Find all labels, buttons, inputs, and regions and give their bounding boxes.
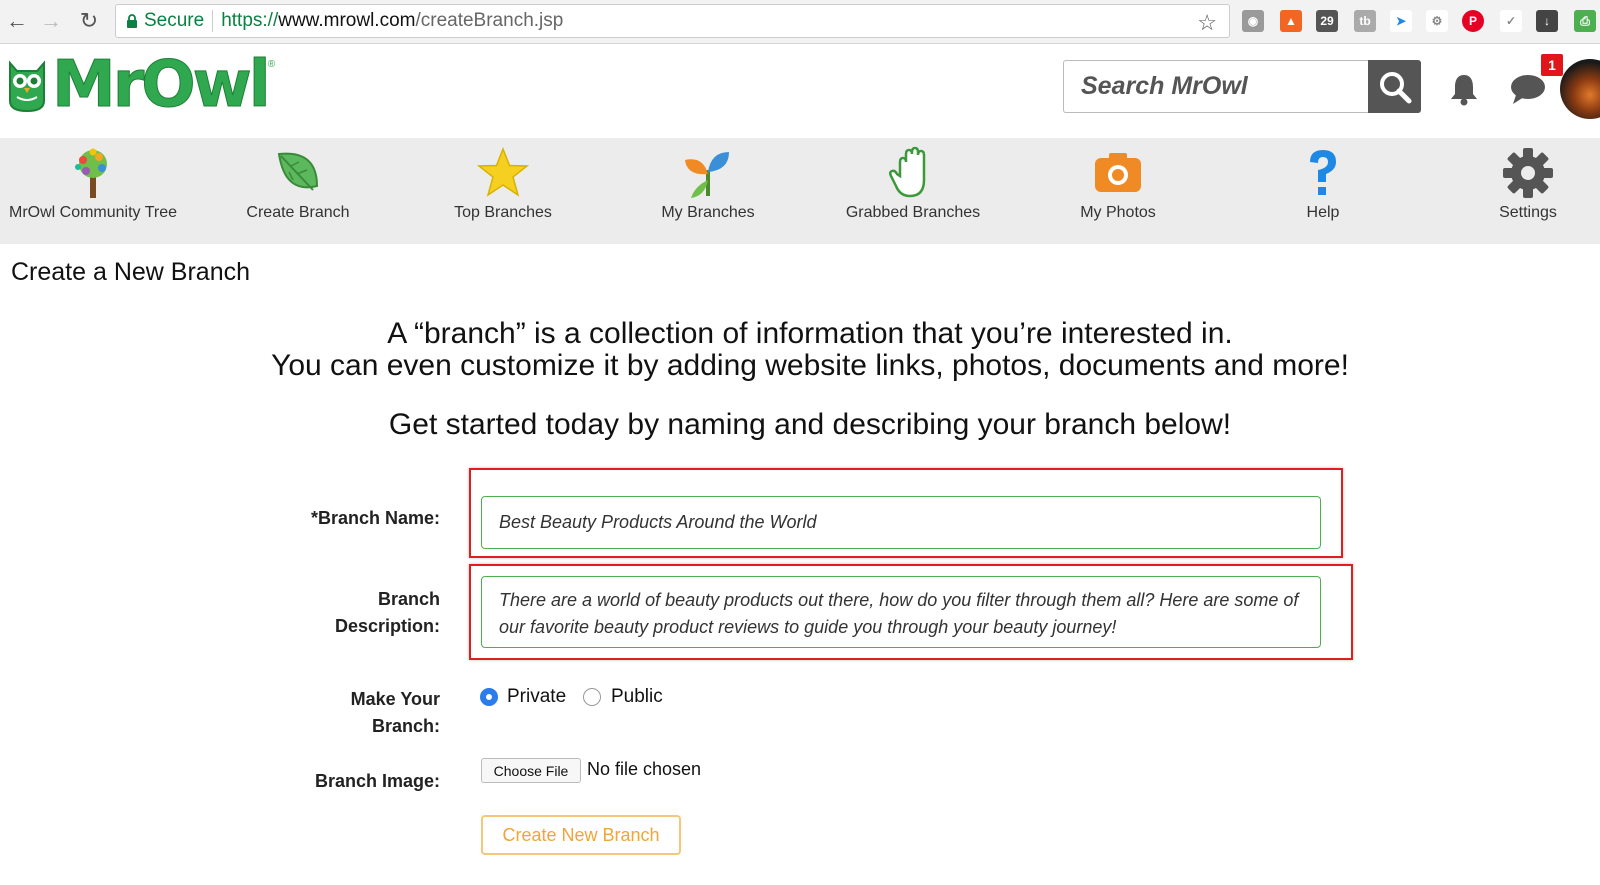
star-icon [476,146,530,200]
intro-line-3: Get started today by naming and describi… [388,408,1232,441]
fox-extension-icon[interactable]: ▲ [1280,10,1302,32]
camera-extension-icon[interactable]: ◉ [1242,10,1264,32]
url-path: /createBranch.jsp [415,10,564,31]
nav-label-my-photos: My Photos [1080,204,1156,221]
tb-extension-icon[interactable]: tb [1354,10,1376,32]
nav-label-community-tree: MrOwl Community Tree [8,204,178,221]
hand-icon [886,146,940,200]
avatar[interactable] [1560,59,1600,119]
file-status-text: No file chosen [587,759,702,779]
privacy-label: Make Your Branch: [351,686,440,740]
branch-name-value: Best Beauty Products Around the World [499,512,817,532]
nav-label-help: Help [1306,204,1340,221]
bookmark-star-icon[interactable]: ☆ [1197,10,1217,36]
branch-image-label: Branch Image: [314,771,440,791]
nav-label-my-branches: My Branches [661,204,755,221]
bell-icon[interactable] [1446,71,1482,107]
tree-icon [66,146,120,200]
branch-description-label: Branch Description: [335,586,440,640]
secure-indicator[interactable]: Secure [126,10,214,32]
branch-description-field[interactable]: There are a world of beauty products out… [481,576,1321,648]
gear-icon [1501,146,1555,200]
check-extension-icon[interactable]: ✓ [1500,10,1522,32]
nav-label-top-branches: Top Branches [454,204,552,221]
branch-description-label-line-2: Description: [334,616,440,636]
nav-label-settings: Settings [1499,204,1557,221]
create-new-branch-button[interactable]: Create New Branch [481,815,681,855]
sprout-icon [681,146,735,200]
pinterest-extension-icon[interactable]: P [1462,10,1484,32]
camera-icon [1091,146,1145,200]
choose-file-button[interactable]: Choose File [481,758,581,783]
intro-line-2: You can even customize it by adding webs… [271,349,1349,382]
reload-icon[interactable]: ↻ [76,8,102,34]
leaf-icon [271,146,325,200]
chat-bubble-icon[interactable] [1508,71,1548,107]
private-radio-label[interactable]: Private [507,686,566,708]
intro-text: A “branch” is a collection of informatio… [0,318,1600,382]
nav-item-community-tree[interactable]: MrOwl Community Tree [0,138,193,244]
nav-label-grabbed-branches: Grabbed Branches [845,204,981,221]
url-scheme: https:// [221,10,279,31]
download-extension-icon[interactable]: ↓ [1536,10,1558,32]
address-bar[interactable]: Secure https:// www.mrowl.com /createBra… [115,4,1230,38]
site-header: MrOwl ® Search MrOwl 1 [0,45,1600,138]
notification-badge: 1 [1541,54,1563,76]
mrowl-logo[interactable]: MrOwl ® [4,48,276,122]
public-radio[interactable] [583,688,601,706]
intro-line-1: A “branch” is a collection of informatio… [387,317,1233,350]
public-radio-label[interactable]: Public [611,686,663,708]
nav-label-create-branch: Create Branch [246,204,350,221]
search-input[interactable]: Search MrOwl [1063,60,1368,113]
back-icon[interactable]: ← [4,8,30,34]
search-placeholder: Search MrOwl [1081,72,1248,100]
secure-label: Secure [144,10,205,31]
puzzle-extension-icon[interactable]: ⚙ [1426,10,1448,32]
privacy-label-line-2: Branch: [371,716,440,736]
nav-item-my-photos[interactable]: My Photos [1018,138,1218,244]
branch-name-field[interactable]: Best Beauty Products Around the World [481,496,1321,549]
nav-item-my-branches[interactable]: My Branches [608,138,808,244]
main-nav: MrOwl Community Tree Create Branch Top B… [0,138,1600,244]
nav-item-create-branch[interactable]: Create Branch [198,138,398,244]
calendar-extension-icon[interactable]: 29 [1316,10,1338,32]
search-icon [1379,71,1411,103]
logo-wordmark: MrOwl [52,48,272,122]
browser-toolbar: ← → ↻ Secure https:// www.mrowl.com /cre… [0,0,1600,44]
question-icon [1296,146,1350,200]
nav-item-help[interactable]: Help [1223,138,1423,244]
privacy-label-line-1: Make Your [350,689,440,709]
page-title: Create a New Branch [11,258,251,286]
nav-item-settings[interactable]: Settings [1428,138,1600,244]
branch-description-label-line-1: Branch [377,589,440,609]
owl-logo-icon [9,60,45,113]
url-host: www.mrowl.com [278,10,416,31]
private-radio[interactable] [480,688,498,706]
forward-icon[interactable]: → [38,8,64,34]
branch-name-label: *Branch Name: [310,508,440,528]
lock-icon [127,13,137,28]
nav-item-grabbed-branches[interactable]: Grabbed Branches [813,138,1013,244]
print-extension-icon[interactable]: ⎙ [1574,10,1596,32]
search-button[interactable] [1368,60,1421,113]
bird-extension-icon[interactable]: ➤ [1390,10,1412,32]
branch-description-value: There are a world of beauty products out… [499,590,1299,637]
nav-item-top-branches[interactable]: Top Branches [403,138,603,244]
logo-registered-mark: ® [267,59,276,70]
